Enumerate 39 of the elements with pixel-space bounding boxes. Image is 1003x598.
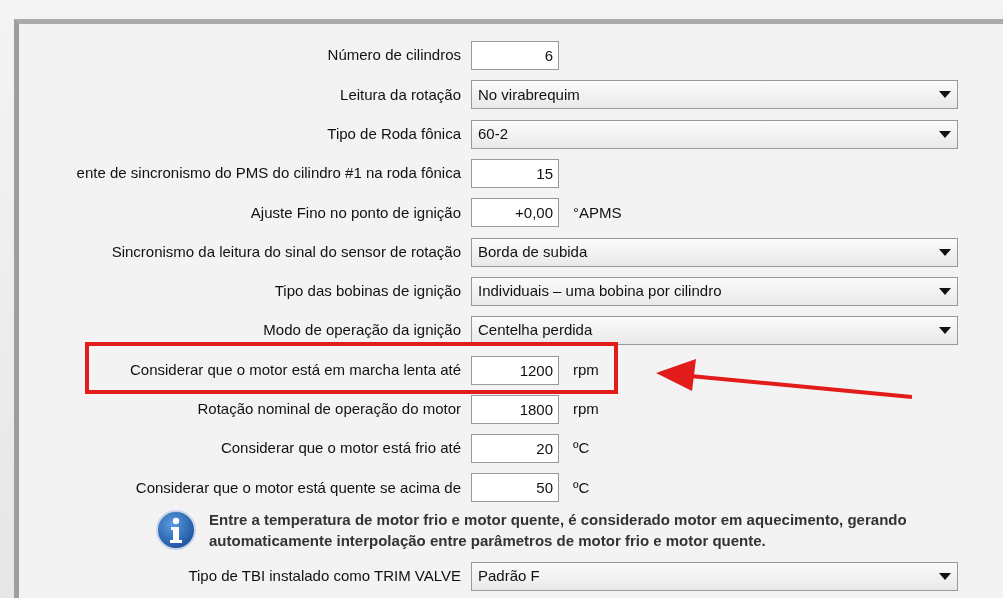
- dropdown[interactable]: Individuais – uma bobina por cilindro: [471, 276, 958, 306]
- info-icon: [155, 508, 197, 551]
- dropdown[interactable]: Padrão F: [471, 561, 958, 591]
- field-label: Considerar que o motor está quente se acima de: [135, 478, 461, 496]
- dropdown[interactable]: No virabrequim: [471, 80, 958, 110]
- caret-icon: [939, 130, 951, 138]
- field-label: Tipo de Roda fônica: [327, 125, 461, 142]
- number-field[interactable]: 50: [471, 473, 559, 503]
- number-field[interactable]: 1800: [471, 394, 559, 424]
- unit-label: °APMS: [573, 202, 622, 223]
- caret-icon: [939, 327, 951, 335]
- field-label: Sincronismo da leitura do sinal do sensor de rotação: [111, 242, 461, 260]
- caret-icon: [939, 248, 951, 256]
- field-label: ente de sincronismo do PMS do cilindro #1 na roda fônica: [76, 164, 461, 182]
- caret-icon: [939, 287, 951, 295]
- dropdown[interactable]: Centelha perdida: [471, 316, 958, 346]
- number-field[interactable]: 15: [471, 159, 559, 189]
- unit-label: ºC: [573, 438, 590, 459]
- caret-icon: [939, 91, 951, 99]
- number-field[interactable]: 6: [471, 41, 559, 71]
- field-label: Rotação nominal de operação do motor: [197, 400, 461, 418]
- field-label: Ajuste Fino no ponto de ignição: [250, 203, 461, 221]
- field-label: Leitura da rotação: [340, 85, 461, 103]
- field-label: Tipo das bobinas de ignição: [274, 282, 461, 300]
- caret-icon: [939, 572, 951, 580]
- number-field[interactable]: 1200: [471, 355, 559, 385]
- info-message: Entre a temperatura de motor frio e motor quente, é considerado motor em aquecimento, gerando automaticamente interpolação entre parâmetros de motor frio e motor quente.: [209, 509, 908, 551]
- field-label: Considerar que o motor está em marcha lenta até: [130, 360, 461, 378]
- number-field[interactable]: +0,00: [471, 198, 559, 228]
- field-label: Considerar que o motor está frio até: [220, 439, 461, 457]
- field-label: Tipo de TBI instalado como TRIM VALVE: [188, 566, 461, 584]
- field-label: Modo de operação da ignição: [263, 321, 461, 339]
- number-field[interactable]: 20: [471, 434, 559, 464]
- dropdown[interactable]: Borda de subida: [471, 237, 958, 267]
- dropdown[interactable]: 60-2: [471, 119, 958, 149]
- field-label: Número de cilindros: [327, 46, 461, 64]
- unit-label: rpm: [573, 399, 599, 420]
- unit-label: rpm: [573, 359, 599, 380]
- unit-label: ºC: [573, 477, 590, 498]
